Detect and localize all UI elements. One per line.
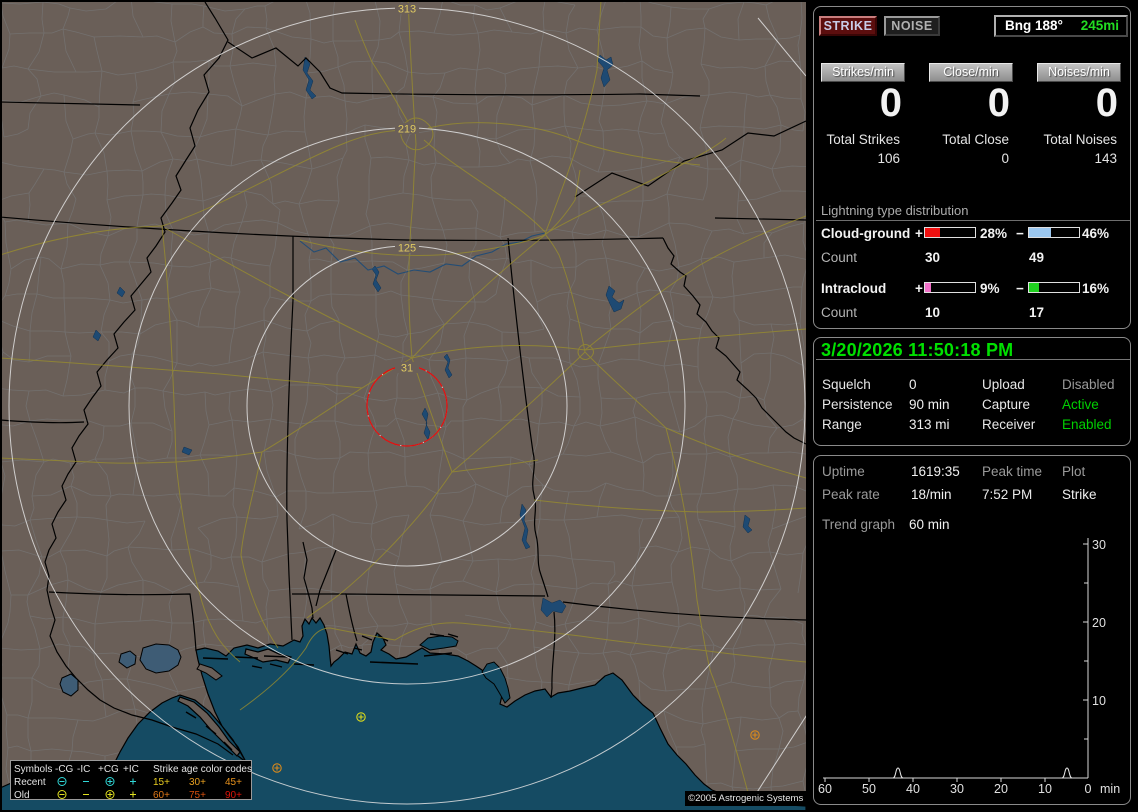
svg-text:15+: 15+	[153, 777, 170, 788]
svg-text:20: 20	[1092, 616, 1106, 630]
svg-text:-CG: -CG	[55, 764, 74, 775]
svg-text:60: 60	[818, 782, 832, 796]
svg-text:313: 313	[398, 4, 416, 16]
svg-text:30: 30	[950, 782, 964, 796]
svg-text:219: 219	[398, 124, 416, 136]
svg-text:20: 20	[994, 782, 1008, 796]
svg-text:125: 125	[398, 243, 416, 255]
svg-text:31: 31	[401, 363, 413, 375]
svg-text:10: 10	[1038, 782, 1052, 796]
svg-text:Recent: Recent	[14, 777, 46, 788]
svg-text:40: 40	[906, 782, 920, 796]
svg-text:0: 0	[1085, 782, 1092, 796]
svg-text:60+: 60+	[153, 790, 170, 801]
svg-text:+IC: +IC	[123, 764, 139, 775]
svg-text:10: 10	[1092, 694, 1106, 708]
svg-text:-IC: -IC	[77, 764, 90, 775]
svg-text:Old: Old	[14, 790, 30, 801]
svg-text:Symbols: Symbols	[14, 764, 52, 775]
svg-text:75+: 75+	[189, 790, 206, 801]
svg-text:90+: 90+	[225, 790, 242, 801]
svg-text:min: min	[1100, 782, 1120, 796]
svg-text:30: 30	[1092, 538, 1106, 552]
svg-text:50: 50	[862, 782, 876, 796]
svg-text:45+: 45+	[225, 777, 242, 788]
svg-text:Strike age color codes: Strike age color codes	[153, 764, 252, 775]
svg-text:30+: 30+	[189, 777, 206, 788]
svg-text:+CG: +CG	[98, 764, 119, 775]
